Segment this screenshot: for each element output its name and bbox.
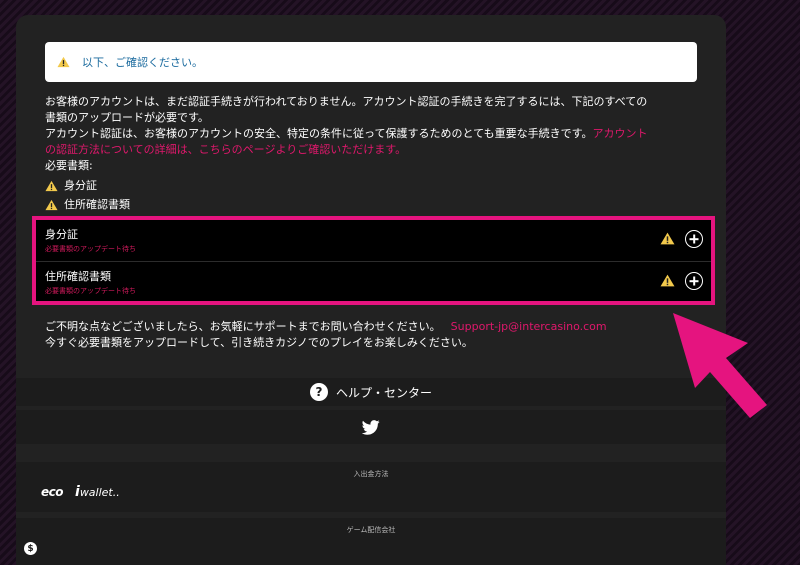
intro-line-1: お客様のアカウントは、まだ認証手続きが行われておりません。アカウント認証の手続き… [45, 95, 648, 108]
upload-row-id[interactable]: 身分証 必要書類のアップデート待ち [36, 220, 711, 261]
expand-plus-icon[interactable] [685, 230, 703, 248]
warning-icon [45, 199, 58, 210]
social-bar [16, 410, 726, 444]
warning-icon [660, 274, 675, 287]
verification-info-link-b[interactable]: の認証方法についての詳細は、こちらのページよりご確認いただけます。 [45, 142, 705, 158]
iwallet-logo: i wallet.. [75, 484, 120, 500]
upload-row-address[interactable]: 住所確認書類 必要書類のアップデート待ち [36, 261, 711, 302]
dollar-icon: $ [24, 542, 37, 555]
intro-line-2: 書類のアップロードが必要です。 [45, 111, 209, 124]
notice-text: 以下、ご確認ください。 [82, 56, 203, 69]
game-providers-bar: ゲーム配信会社 $ [16, 518, 726, 565]
iwallet-logo-text: wallet.. [79, 486, 120, 499]
warning-icon [57, 56, 70, 68]
required-doc-label: 身分証 [64, 178, 97, 192]
support-email-link[interactable]: Support-jp@intercasino.com [451, 320, 607, 333]
warning-icon [660, 232, 675, 245]
intro-text: お客様のアカウントは、まだ認証手続きが行われておりません。アカウント認証の手続き… [45, 94, 705, 214]
help-question-icon: ? [309, 383, 328, 401]
list-item: 住所確認書類 [45, 195, 705, 214]
help-center-label: ヘルプ・センター [335, 385, 432, 400]
required-docs-list: 身分証 住所確認書類 [45, 176, 705, 214]
pointer-arrow-icon [673, 313, 767, 418]
intro-line-3: アカウント認証は、お客様のアカウントの安全、特定の条件に従って保護するためのとて… [45, 126, 705, 142]
required-docs-label: 必要書類: [45, 159, 93, 172]
contact-text: ご不明な点などございましたら、お気軽にサポートまでお問い合わせください。 Supp… [45, 319, 725, 351]
payment-methods-bar: 入出金方法 eco i wallet.. [16, 462, 726, 512]
verification-info-link-a[interactable]: アカウント [592, 127, 647, 140]
ecopayz-logo: eco [41, 485, 64, 499]
contact-line-1-text: ご不明な点などございましたら、お気軽にサポートまでお問い合わせください。 [45, 320, 441, 333]
payment-methods-title: 入出金方法 [353, 470, 389, 478]
twitter-icon[interactable] [362, 419, 380, 435]
verification-panel: 以下、ご確認ください。 お客様のアカウントは、まだ認証手続きが行われておりません… [16, 15, 726, 565]
help-center-bar[interactable]: ? ヘルプ・センター [16, 378, 726, 406]
upload-row-status: 必要書類のアップデート待ち [45, 245, 136, 253]
upload-row-title: 身分証 [45, 228, 78, 241]
notice-banner: 以下、ご確認ください。 [45, 42, 697, 82]
intro-line-3-text: アカウント認証は、お客様のアカウントの安全、特定の条件に従って保護するためのとて… [45, 127, 593, 140]
contact-line-1: ご不明な点などございましたら、お気軽にサポートまでお問い合わせください。 Supp… [45, 319, 725, 335]
warning-icon [45, 180, 58, 191]
upload-row-title: 住所確認書類 [45, 270, 111, 283]
game-providers-title: ゲーム配信会社 [346, 526, 396, 534]
required-doc-label: 住所確認書類 [64, 197, 130, 211]
expand-plus-icon[interactable] [685, 272, 703, 290]
document-upload-box: 身分証 必要書類のアップデート待ち 住所確認書類 必要書類のアップデート待ち [32, 216, 715, 305]
payment-logos: eco i wallet.. [41, 484, 120, 500]
upload-row-status: 必要書類のアップデート待ち [45, 287, 136, 295]
list-item: 身分証 [45, 176, 705, 195]
contact-line-2: 今すぐ必要書類をアップロードして、引き続きカジノでのプレイをお楽しみください。 [45, 336, 473, 349]
